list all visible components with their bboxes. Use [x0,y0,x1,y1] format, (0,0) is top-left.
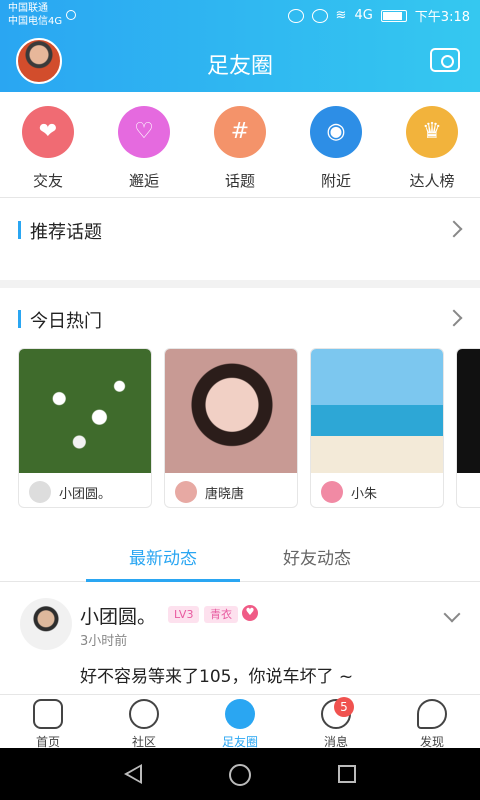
home-button-icon[interactable] [229,764,251,786]
hot-card[interactable]: 唐晓唐 [164,348,298,508]
quick-item-xiehou[interactable]: ♡ 邂逅 [96,106,192,191]
heart-icon: ♥ [242,605,258,621]
nav-home[interactable]: 首页 [0,699,96,750]
community-icon [129,699,159,729]
home-icon [33,699,63,729]
hashtag-icon: # [214,106,266,158]
card-name: 小团圆。 [59,487,112,502]
page-title: 足友圈 [206,54,273,79]
card-image [457,349,480,473]
wifi-icon: ≋ [335,8,347,23]
post-author[interactable]: 小团圆。 [80,602,156,629]
card-avatar [175,481,197,503]
carrier-2: 中国电信4G [8,16,63,27]
heart-chat-icon: ❤ [22,106,74,158]
back-icon[interactable] [124,764,142,784]
card-avatar [29,481,51,503]
card-image [19,349,151,473]
circle-eye-icon [225,699,255,729]
quick-label: 话题 [224,172,255,190]
section-accent [18,221,21,239]
section-accent [18,310,21,328]
recommended-topics-header[interactable]: 推荐话题 [0,199,480,261]
section-title: 推荐话题 [30,222,102,243]
nav-zuyouquan[interactable]: 足友圈 [192,699,288,750]
nav-community[interactable]: 社区 [96,699,192,750]
card-name: 小朱 [351,487,378,502]
eye-icon [311,8,328,23]
quick-item-jiaoyou[interactable]: ❤ 交友 [0,106,96,191]
card-name: 唐晓唐 [205,487,245,502]
quick-menu: ❤ 交友 ♡ 邂逅 # 话题 ◉ 附近 ♛ 达人榜 [0,92,480,198]
post-text: 好不容易等来了105，你说车坏了 ~ [80,667,354,687]
hot-card-partial[interactable] [456,348,480,508]
feed-post[interactable]: 小团圆。 LV3 青衣 ♥ 3小时前 好不容易等来了105，你说车坏了 ~ [0,582,480,694]
post-avatar[interactable] [20,598,72,650]
post-time: 3小时前 [80,634,128,649]
quick-label: 交友 [32,172,63,190]
sun-icon [66,10,76,20]
quick-item-darenbang[interactable]: ♛ 达人榜 [384,106,480,191]
card-image [311,349,443,473]
divider [0,280,480,288]
title-badge: 青衣 [204,606,238,623]
hot-card[interactable]: 小朱 [310,348,444,508]
feed-tabs: 最新动态 好友动态 [0,528,480,582]
carrier-1: 中国联通 [8,3,48,14]
nav-messages[interactable]: 5 消息 [288,697,384,750]
system-icons: ≋ 4G 下午3:18 [287,6,470,25]
quick-item-huati[interactable]: # 话题 [192,106,288,191]
quick-label: 附近 [320,172,351,190]
heartbeat-icon: ♡ [118,106,170,158]
hot-card[interactable]: 小团圆。 [18,348,152,508]
alarm-icon [287,8,304,23]
section-title: 今日热门 [30,311,102,332]
quick-label: 达人榜 [409,172,455,190]
level-badge: LV3 [168,606,200,623]
network-label: 4G [354,8,373,23]
location-icon: ◉ [310,106,362,158]
rocket-icon [417,699,447,729]
carrier-info: 中国联通 中国电信4G [8,2,62,28]
crown-icon: ♛ [406,106,458,158]
nav-discover[interactable]: 发现 [384,699,480,750]
card-image [165,349,297,473]
camera-icon[interactable] [430,48,460,72]
tab-friends[interactable]: 好友动态 [242,544,392,569]
chevron-right-icon[interactable] [445,309,463,327]
system-navigation [0,748,480,800]
chevron-right-icon[interactable] [445,220,463,238]
today-hot-header[interactable]: 今日热门 [0,288,480,350]
status-bar: 中国联通 中国电信4G ≋ 4G 下午3:18 [0,0,480,32]
card-avatar [321,481,343,503]
quick-item-fujin[interactable]: ◉ 附近 [288,106,384,191]
quick-label: 邂逅 [128,172,159,190]
recent-apps-icon[interactable] [338,765,356,783]
app-header: 足友圈 [0,32,480,92]
tab-latest[interactable]: 最新动态 [88,544,238,569]
clock-time: 下午3:18 [414,10,470,25]
battery-icon [380,9,407,22]
bottom-nav: 首页 社区 足友圈 5 消息 发现 [0,694,480,750]
chevron-down-icon[interactable] [443,605,461,623]
unread-badge: 5 [334,697,354,717]
